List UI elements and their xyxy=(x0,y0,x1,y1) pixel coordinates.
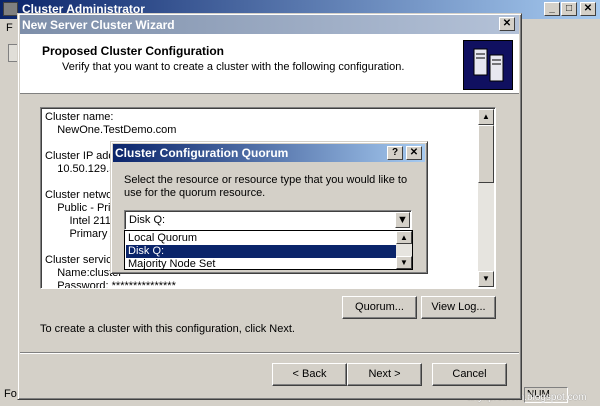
back-button[interactable]: < Back xyxy=(272,363,347,386)
cancel-button[interactable]: Cancel xyxy=(432,363,507,386)
quorum-option[interactable]: Majority Node Set xyxy=(126,258,397,271)
wizard-footer-text: To create a cluster with this configurat… xyxy=(40,323,295,335)
quorum-selected-value: Disk Q: xyxy=(129,214,166,226)
help-button[interactable]: ? xyxy=(387,146,403,160)
quorum-option[interactable]: Local Quorum xyxy=(126,232,397,245)
options-scroll-down-icon[interactable]: ▼ xyxy=(396,256,412,269)
status-text: Fo xyxy=(4,388,17,400)
view-log-button[interactable]: View Log... xyxy=(421,296,496,319)
scroll-down-icon[interactable]: ▼ xyxy=(478,271,494,287)
quorum-option[interactable]: Disk Q: xyxy=(126,245,397,258)
quorum-close-button[interactable]: ✕ xyxy=(406,146,422,160)
quorum-resource-select[interactable]: Disk Q: xyxy=(124,210,412,230)
wizard-header-title: Proposed Cluster Configuration xyxy=(42,44,225,58)
options-scroll-up-icon[interactable]: ▲ xyxy=(396,231,412,244)
scroll-up-icon[interactable]: ▲ xyxy=(478,109,494,125)
menu-file[interactable]: F xyxy=(6,22,13,34)
wizard-header-subtitle: Verify that you want to create a cluster… xyxy=(62,61,405,73)
quorum-dialog-title: Cluster Configuration Quorum xyxy=(115,146,289,160)
wizard-titlebar: New Server Cluster Wizard xyxy=(20,15,519,34)
wizard-separator xyxy=(20,352,519,354)
minimize-button[interactable]: _ xyxy=(544,2,560,16)
config-line: Password: *************** xyxy=(45,280,176,289)
cluster-servers-icon xyxy=(463,40,513,90)
maximize-button[interactable]: □ xyxy=(561,2,577,16)
cluster-app-icon xyxy=(3,2,18,16)
config-line: NewOne.TestDemo.com xyxy=(45,124,177,136)
quorum-options-list[interactable]: Local Quorum Disk Q: Majority Node Set xyxy=(124,230,413,270)
scroll-thumb[interactable] xyxy=(478,125,494,183)
next-button[interactable]: Next > xyxy=(347,363,422,386)
wizard-header: Proposed Cluster Configuration Verify th… xyxy=(20,34,519,94)
wizard-close-button[interactable]: ✕ xyxy=(499,17,515,31)
quorum-dialog-titlebar: Cluster Configuration Quorum xyxy=(113,144,425,162)
close-button[interactable]: ✕ xyxy=(580,2,596,16)
quorum-button[interactable]: Quorum... xyxy=(342,296,417,319)
dropdown-arrow-icon[interactable]: ▼ xyxy=(395,212,410,228)
wizard-title: New Server Cluster Wizard xyxy=(22,18,175,32)
quorum-prompt: Select the resource or resource type tha… xyxy=(124,174,408,199)
config-line: Cluster name: xyxy=(45,111,114,123)
background-content-pane xyxy=(522,66,600,384)
